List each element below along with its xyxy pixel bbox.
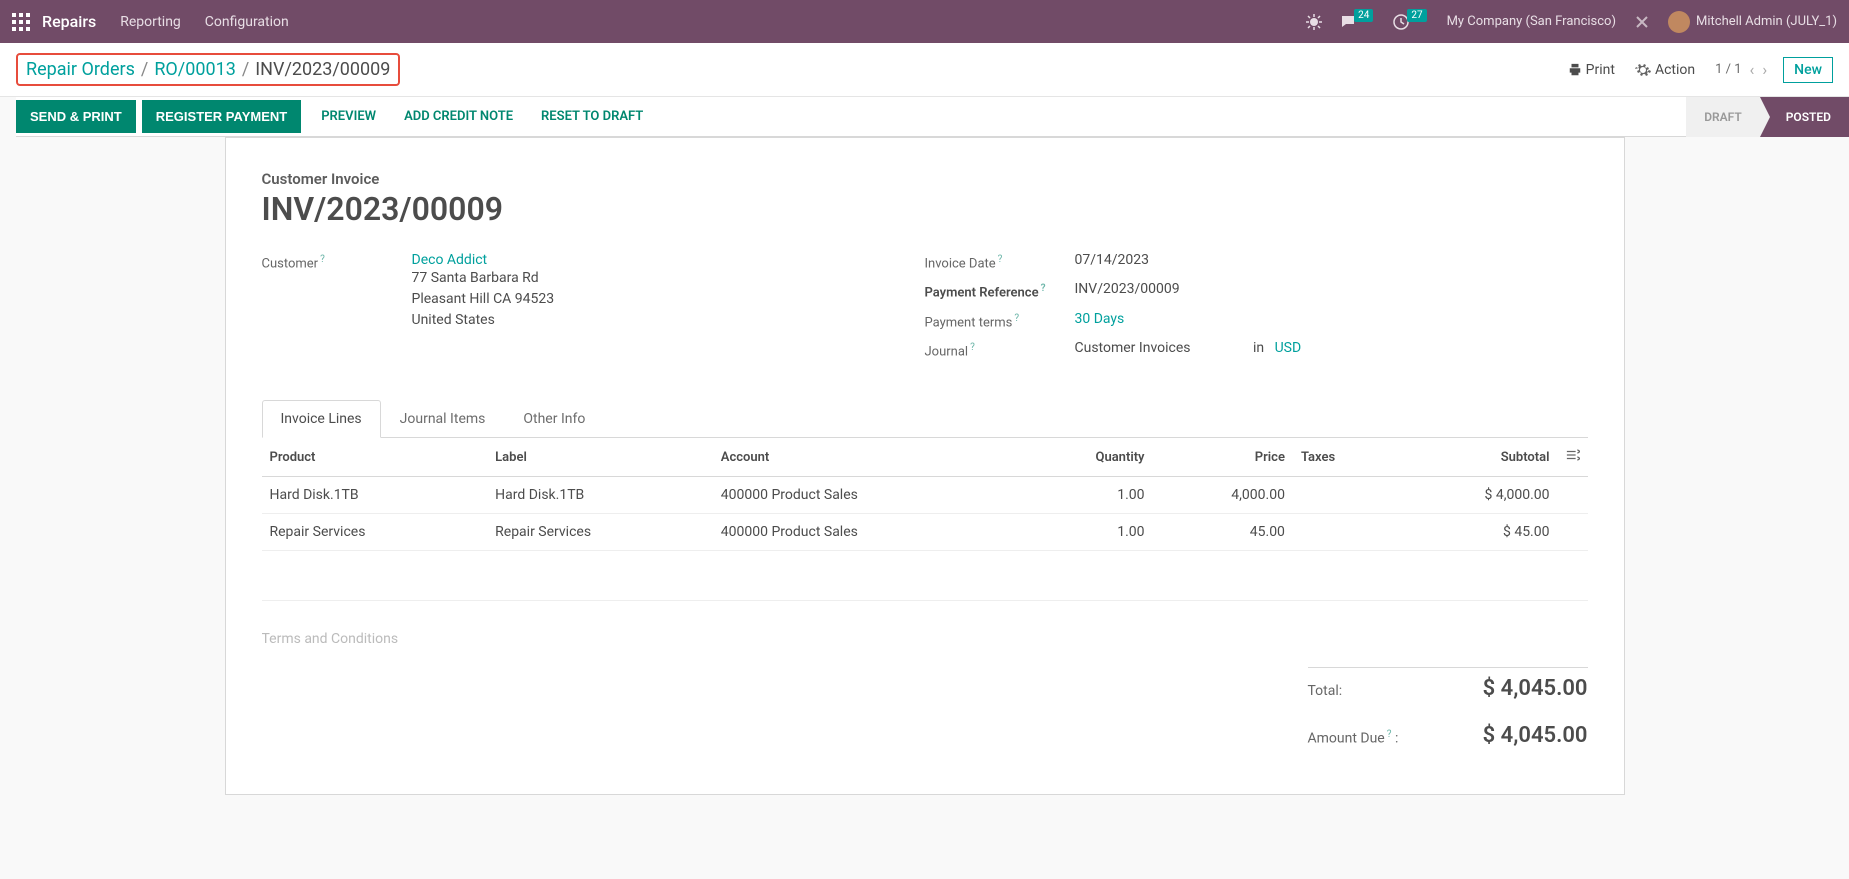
total-value: $ 4,045.00 — [1483, 676, 1588, 701]
total-label: Total: — [1308, 683, 1343, 699]
terms-placeholder[interactable]: Terms and Conditions — [262, 631, 1588, 647]
status-posted[interactable]: POSTED — [1760, 97, 1849, 137]
user-menu[interactable]: Mitchell Admin (JULY_1) — [1668, 11, 1837, 33]
amount-due-value: $ 4,045.00 — [1483, 723, 1588, 748]
address-line: Pleasant Hill CA 94523 — [412, 289, 925, 310]
new-button[interactable]: New — [1783, 57, 1833, 83]
preview-button[interactable]: PREVIEW — [307, 100, 390, 133]
help-icon[interactable]: ? — [1014, 313, 1019, 324]
doc-title: INV/2023/00009 — [262, 190, 1588, 228]
breadcrumb: Repair Orders / RO/00013 / INV/2023/0000… — [26, 59, 390, 80]
doc-type-label: Customer Invoice — [262, 170, 1588, 188]
col-quantity[interactable]: Quantity — [1021, 438, 1152, 477]
col-label[interactable]: Label — [487, 438, 713, 477]
customer-label: Customer? — [262, 252, 412, 271]
user-name: Mitchell Admin (JULY_1) — [1696, 14, 1837, 29]
print-button[interactable]: Print — [1568, 62, 1615, 78]
customer-link[interactable]: Deco Addict — [412, 252, 925, 268]
payment-terms-link[interactable]: 30 Days — [1075, 311, 1125, 327]
currency-link[interactable]: USD — [1275, 340, 1302, 356]
tools-icon[interactable] — [1634, 14, 1650, 30]
payment-reference-value: INV/2023/00009 — [1075, 281, 1588, 297]
activities-icon[interactable]: 27 — [1393, 14, 1428, 30]
action-button[interactable]: Action — [1635, 62, 1695, 78]
payment-reference-label: Payment Reference? — [925, 281, 1075, 300]
tab-journal-items[interactable]: Journal Items — [381, 400, 505, 438]
col-subtotal[interactable]: Subtotal — [1394, 438, 1557, 477]
app-name[interactable]: Repairs — [42, 12, 96, 31]
address-line: 77 Santa Barbara Rd — [412, 268, 925, 289]
help-icon[interactable]: ? — [970, 342, 975, 353]
payment-terms-label: Payment terms? — [925, 311, 1075, 330]
invoice-date-value: 07/14/2023 — [1075, 252, 1588, 268]
col-taxes[interactable]: Taxes — [1293, 438, 1394, 477]
col-product[interactable]: Product — [262, 438, 488, 477]
reset-to-draft-button[interactable]: RESET TO DRAFT — [527, 100, 657, 133]
tab-other-info[interactable]: Other Info — [504, 400, 604, 438]
send-print-button[interactable]: SEND & PRINT — [16, 100, 136, 133]
amount-due-label: Amount Due? : — [1308, 729, 1399, 747]
register-payment-button[interactable]: REGISTER PAYMENT — [142, 100, 301, 133]
add-credit-note-button[interactable]: ADD CREDIT NOTE — [390, 100, 527, 133]
menu-reporting[interactable]: Reporting — [120, 14, 181, 30]
breadcrumb-level1[interactable]: Repair Orders — [26, 59, 135, 80]
apps-icon[interactable] — [12, 13, 30, 31]
breadcrumb-current: INV/2023/00009 — [255, 59, 390, 80]
col-options-icon[interactable] — [1558, 438, 1588, 477]
messages-badge: 24 — [1354, 9, 1373, 22]
messages-icon[interactable]: 24 — [1340, 14, 1375, 30]
help-icon[interactable]: ? — [998, 254, 1003, 265]
debug-icon[interactable] — [1306, 14, 1322, 30]
table-row[interactable]: Repair Services Repair Services 400000 P… — [262, 514, 1588, 551]
breadcrumb-level2[interactable]: RO/00013 — [154, 59, 235, 80]
journal-label: Journal? — [925, 340, 1075, 359]
tab-invoice-lines[interactable]: Invoice Lines — [262, 400, 381, 438]
menu-configuration[interactable]: Configuration — [205, 14, 289, 30]
invoice-date-label: Invoice Date? — [925, 252, 1075, 271]
journal-value: Customer Invoices — [1075, 340, 1191, 356]
status-bar: DRAFT POSTED — [1686, 97, 1849, 137]
col-price[interactable]: Price — [1153, 438, 1293, 477]
address-line: United States — [412, 310, 925, 331]
col-account[interactable]: Account — [713, 438, 1022, 477]
pager-next[interactable]: › — [1762, 60, 1767, 79]
avatar — [1668, 11, 1690, 33]
pager: 1 / 1 — [1715, 62, 1741, 77]
activities-badge: 27 — [1407, 9, 1426, 22]
status-draft[interactable]: DRAFT — [1686, 97, 1760, 137]
table-row[interactable]: Hard Disk.1TB Hard Disk.1TB 400000 Produ… — [262, 477, 1588, 514]
help-icon[interactable]: ? — [1041, 283, 1046, 294]
company-switcher[interactable]: My Company (San Francisco) — [1447, 14, 1616, 29]
help-icon[interactable]: ? — [1387, 729, 1392, 740]
pager-prev[interactable]: ‹ — [1750, 60, 1755, 79]
help-icon[interactable]: ? — [320, 254, 325, 265]
